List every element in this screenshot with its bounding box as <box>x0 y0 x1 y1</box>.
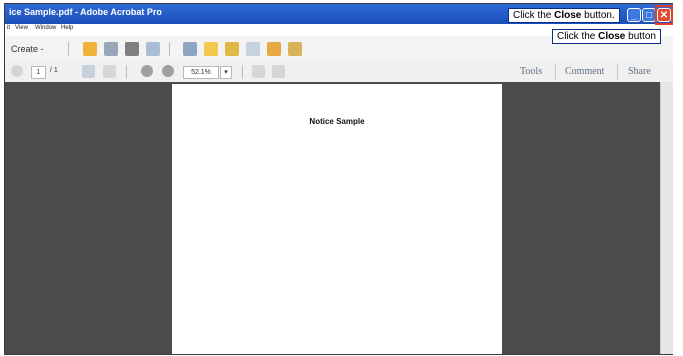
email-icon[interactable] <box>146 42 160 56</box>
window-title: ice Sample.pdf - Adobe Acrobat Pro <box>9 7 162 17</box>
fit-page-icon[interactable] <box>272 65 285 78</box>
page-total: / 1 <box>50 67 58 74</box>
menu-help[interactable]: Help <box>61 25 73 31</box>
fit-width-icon[interactable] <box>252 65 265 78</box>
pdf-page: Notice Sample <box>172 84 502 354</box>
save-icon[interactable] <box>104 42 118 56</box>
zoom-out-icon[interactable] <box>141 65 153 77</box>
instruction-suffix: button. <box>581 10 615 21</box>
zoom-in-icon[interactable] <box>162 65 174 77</box>
instruction-prefix: Click the <box>513 10 555 21</box>
zoom-input[interactable]: 52.1% <box>183 66 219 79</box>
close-highlight-box <box>655 5 673 25</box>
open-folder-icon[interactable] <box>83 42 97 56</box>
minimize-button[interactable]: _ <box>627 8 641 22</box>
tab-separator <box>555 64 556 80</box>
toolbar-separator <box>242 65 243 79</box>
tab-separator <box>617 64 618 80</box>
tooltip-prefix: Click the <box>557 31 599 42</box>
page-number-input[interactable]: 1 <box>31 66 46 79</box>
menu-window[interactable]: Window <box>35 25 56 31</box>
sticky-note-icon[interactable] <box>225 42 239 56</box>
close-tooltip: Click the Close button <box>552 29 661 44</box>
tooltip-bold: Close <box>598 31 626 42</box>
form-icon[interactable] <box>288 42 302 56</box>
print-icon[interactable] <box>125 42 139 56</box>
document-icon[interactable] <box>246 42 260 56</box>
tab-comment[interactable]: Comment <box>565 66 604 77</box>
instruction-bold: Close <box>554 10 582 21</box>
hand-tool-icon[interactable] <box>103 65 116 78</box>
menu-view[interactable]: View <box>15 25 28 31</box>
toolbar-separator <box>68 42 69 56</box>
previous-page-icon[interactable] <box>11 65 23 77</box>
tab-tools[interactable]: Tools <box>520 66 542 77</box>
tooltip-suffix: button <box>625 31 656 42</box>
document-title: Notice Sample <box>309 117 365 126</box>
settings-icon[interactable] <box>183 42 197 56</box>
tab-share[interactable]: Share <box>628 66 651 77</box>
instruction-callout: Click the Close button. <box>508 8 620 23</box>
select-tool-icon[interactable] <box>82 65 95 78</box>
document-area: Notice Sample <box>5 82 673 354</box>
acrobat-window: ice Sample.pdf - Adobe Acrobat Pro it Vi… <box>4 3 674 355</box>
toolbar-separator <box>126 65 127 79</box>
maximize-button[interactable]: □ <box>642 8 656 22</box>
right-scroll-panel[interactable] <box>660 82 673 354</box>
screen-edge <box>673 0 683 356</box>
toolbar-separator <box>169 42 170 56</box>
navigation-toolbar: 1 / 1 52.1% ▾ Tools Comment Share <box>5 62 673 83</box>
zoom-dropdown-icon[interactable]: ▾ <box>220 66 232 79</box>
comment-bubble-icon[interactable] <box>204 42 218 56</box>
export-icon[interactable] <box>267 42 281 56</box>
create-button[interactable]: Create - <box>11 44 44 54</box>
menu-edit[interactable]: it <box>7 25 10 31</box>
